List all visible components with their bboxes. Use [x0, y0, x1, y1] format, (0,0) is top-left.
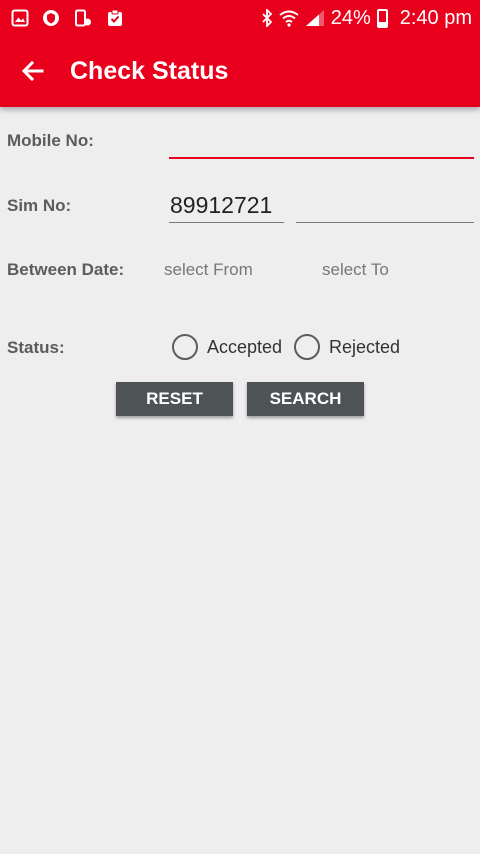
- shield-icon: [41, 8, 61, 28]
- battery-icon: [376, 8, 388, 28]
- clipboard-check-icon: [105, 8, 125, 28]
- clock: 2:40 pm: [399, 6, 472, 29]
- radio-rejected[interactable]: [294, 334, 320, 360]
- status-label: Status:: [7, 338, 65, 357]
- sim-label: Sim No:: [7, 196, 72, 215]
- date-from-picker[interactable]: select From: [164, 260, 253, 280]
- search-button[interactable]: SEARCH: [247, 382, 364, 416]
- radio-accepted-label[interactable]: Accepted: [207, 337, 282, 358]
- bluetooth-icon: [261, 9, 273, 27]
- back-button[interactable]: [16, 54, 50, 88]
- mobile-input[interactable]: [169, 157, 474, 159]
- sim-input-secondary[interactable]: [296, 222, 474, 223]
- battery-percent: 24%: [330, 6, 371, 29]
- radio-rejected-label[interactable]: Rejected: [329, 337, 400, 358]
- radio-accepted[interactable]: [172, 334, 198, 360]
- status-bar: 24% 2:40 pm: [0, 0, 480, 36]
- device-sync-icon: [73, 8, 93, 28]
- mobile-label: Mobile No:: [7, 131, 94, 150]
- signal-icon: [305, 9, 325, 27]
- gallery-icon: [10, 8, 30, 28]
- arrow-left-icon: [21, 60, 44, 82]
- sim-input-underline: [169, 222, 284, 223]
- wifi-icon: [279, 9, 299, 27]
- reset-button[interactable]: RESET: [116, 382, 233, 416]
- app-bar: Check Status: [0, 36, 480, 107]
- sim-input[interactable]: 89912721: [170, 192, 272, 219]
- date-label: Between Date:: [7, 260, 125, 279]
- page-title: Check Status: [70, 57, 229, 85]
- date-to-picker[interactable]: select To: [322, 260, 389, 280]
